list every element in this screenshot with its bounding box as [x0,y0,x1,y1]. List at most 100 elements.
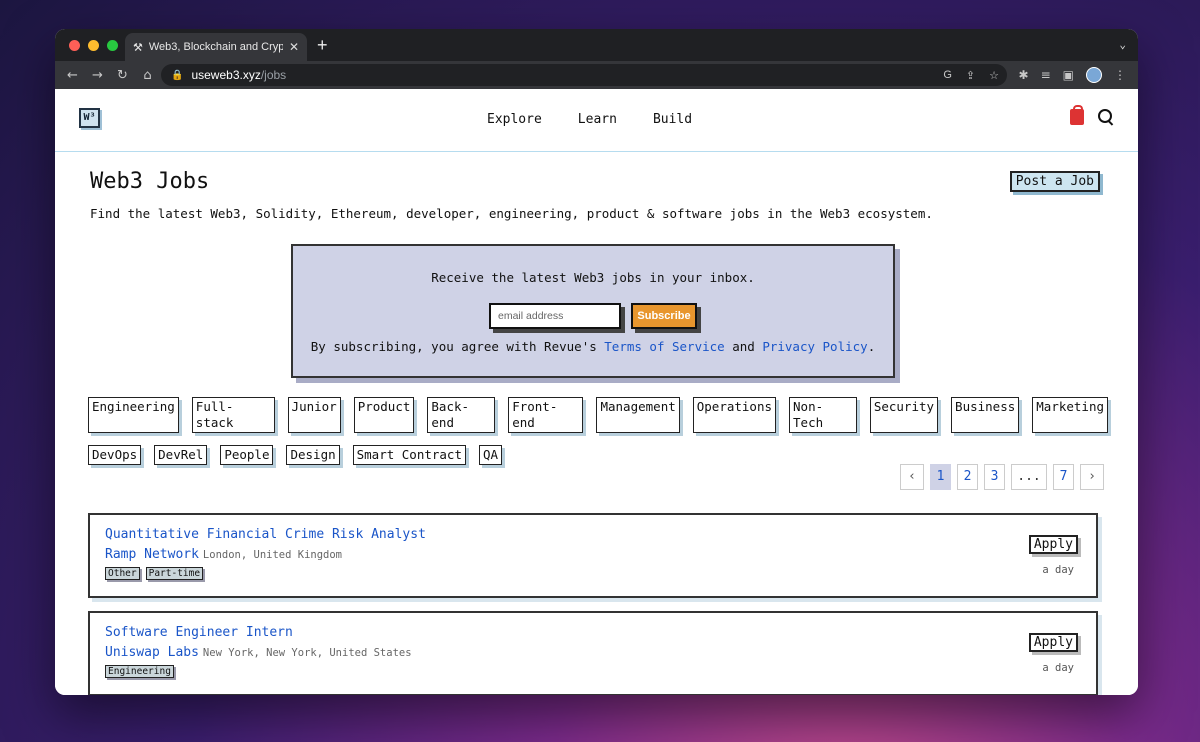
url-text: useweb3.xyz/jobs [191,68,286,82]
search-icon[interactable] [1098,109,1114,125]
browser-window: ⚒ Web3, Blockchain and Crypto J ✕ + ⌄ ← … [55,29,1138,695]
posted-time: a day [1042,564,1074,576]
page-subtitle: Find the latest Web3, Solidity, Ethereum… [90,206,933,221]
terms-prefix: By subscribing, you agree with Revue's [310,339,605,354]
google-icon[interactable]: G [943,69,952,82]
category-business[interactable]: Business [951,397,1020,433]
posted-time: a day [1042,662,1074,674]
category-security[interactable]: Security [869,397,939,433]
category-non-tech[interactable]: Non-Tech [789,397,857,433]
apply-button[interactable]: Apply [1028,633,1078,652]
job-location: London, United Kingdom [202,549,342,561]
forward-icon[interactable]: → [85,68,110,83]
category-product[interactable]: Product [353,397,415,433]
category-back-end[interactable]: Back-end [427,397,496,433]
nav-build[interactable]: Build [653,112,692,127]
next-page-icon[interactable]: › [1080,464,1104,490]
chevron-down-icon[interactable]: ⌄ [1119,38,1126,51]
job-tags: Other Part-time [105,567,204,580]
page-2[interactable]: 2 [957,464,978,490]
category-devrel[interactable]: DevRel [154,445,208,465]
header-icons [1070,105,1114,125]
main-nav: Explore Learn Build [487,112,692,127]
menu-kebab-icon[interactable]: ⋮ [1114,68,1126,82]
maximize-window-button[interactable] [107,40,118,51]
subscribe-box: Receive the latest Web3 jobs in your inb… [291,244,895,378]
privacy-policy-link[interactable]: Privacy Policy [762,339,867,354]
tab-bar: ⚒ Web3, Blockchain and Crypto J ✕ + ⌄ [55,29,1138,61]
url-path: /jobs [260,68,287,82]
url-host: useweb3.xyz [191,68,261,82]
page-7[interactable]: 7 [1053,464,1074,490]
page-1[interactable]: 1 [930,464,951,490]
job-title-link[interactable]: Software Engineer Intern [105,625,293,640]
job-tags: Engineering [105,665,174,678]
reading-list-icon[interactable]: ≡ [1041,68,1051,82]
extensions-icon[interactable]: ✱ [1019,68,1029,82]
nav-explore[interactable]: Explore [487,112,542,127]
page-3[interactable]: 3 [984,464,1005,490]
window-controls [69,40,118,51]
job-card: Quantitative Financial Crime Risk Analys… [88,513,1098,598]
category-design[interactable]: Design [286,445,340,465]
browser-tab[interactable]: ⚒ Web3, Blockchain and Crypto J ✕ [125,33,307,61]
page-title: Web3 Jobs [90,169,210,194]
category-full-stack[interactable]: Full-stack [191,397,275,433]
category-front-end[interactable]: Front-end [508,397,584,433]
category-qa[interactable]: QA [478,445,503,465]
job-company: Ramp Network London, United Kingdom [105,547,342,562]
category-engineering[interactable]: Engineering [88,397,179,433]
apply-button[interactable]: Apply [1028,535,1078,554]
job-location: New York, New York, United States [202,647,412,659]
pagination: ‹ 1 2 3 ... 7 › [900,464,1104,490]
job-card: Software Engineer Intern Uniswap Labs New… [88,611,1098,695]
subscribe-button[interactable]: Subscribe [631,303,697,329]
category-row: DevOps DevRel People Design Smart Contra… [88,445,1108,465]
email-input[interactable] [489,303,621,329]
terms-suffix: . [867,339,876,354]
terms-and: and [724,339,763,354]
job-tag[interactable]: Other [105,567,140,580]
web-page: W³ Explore Learn Build Web3 Jobs Post a … [55,89,1138,695]
company-link[interactable]: Uniswap Labs [105,645,199,660]
share-icon[interactable]: ⇪ [966,69,975,82]
tab-title: Web3, Blockchain and Crypto J [148,41,283,53]
site-header: W³ Explore Learn Build [55,89,1138,152]
lock-icon: 🔒 [171,69,184,81]
profile-avatar[interactable] [1086,67,1102,83]
category-devops[interactable]: DevOps [88,445,142,465]
job-company: Uniswap Labs New York, New York, United S… [105,645,412,660]
category-operations[interactable]: Operations [692,397,777,433]
close-window-button[interactable] [69,40,80,51]
job-tag[interactable]: Engineering [105,665,174,678]
tools-icon: ⚒ [133,41,143,54]
category-junior[interactable]: Junior [287,397,341,433]
prev-page-icon[interactable]: ‹ [900,464,924,490]
new-tab-button[interactable]: + [317,35,328,56]
toolbar-icons: ✱ ≡ ▣ ⋮ [1019,67,1126,83]
terms-of-service-link[interactable]: Terms of Service [604,339,724,354]
back-icon[interactable]: ← [60,68,85,83]
nav-learn[interactable]: Learn [578,112,617,127]
job-tag[interactable]: Part-time [145,567,204,580]
category-management[interactable]: Management [596,397,680,433]
page-ellipsis[interactable]: ... [1011,464,1047,490]
post-job-button[interactable]: Post a Job [1009,171,1100,192]
reload-icon[interactable]: ↻ [110,68,135,83]
job-title-link[interactable]: Quantitative Financial Crime Risk Analys… [105,527,426,542]
category-people[interactable]: People [220,445,274,465]
shopping-bag-icon[interactable] [1070,105,1084,125]
home-icon[interactable]: ⌂ [135,68,160,83]
site-logo[interactable]: W³ [79,108,100,128]
bookmark-star-icon[interactable]: ☆ [989,69,999,82]
close-tab-icon[interactable]: ✕ [289,40,299,54]
subscribe-lead: Receive the latest Web3 jobs in your inb… [431,270,755,285]
side-panel-icon[interactable]: ▣ [1063,68,1074,82]
minimize-window-button[interactable] [88,40,99,51]
subscribe-form: Subscribe [489,303,697,329]
company-link[interactable]: Ramp Network [105,547,199,562]
category-smart-contract[interactable]: Smart Contract [352,445,466,465]
browser-toolbar: ← → ↻ ⌂ 🔒 useweb3.xyz/jobs G ⇪ ☆ ✱ ≡ ▣ ⋮ [55,61,1138,89]
category-marketing[interactable]: Marketing [1032,397,1108,433]
address-bar[interactable]: 🔒 useweb3.xyz/jobs G ⇪ ☆ [161,64,1007,86]
